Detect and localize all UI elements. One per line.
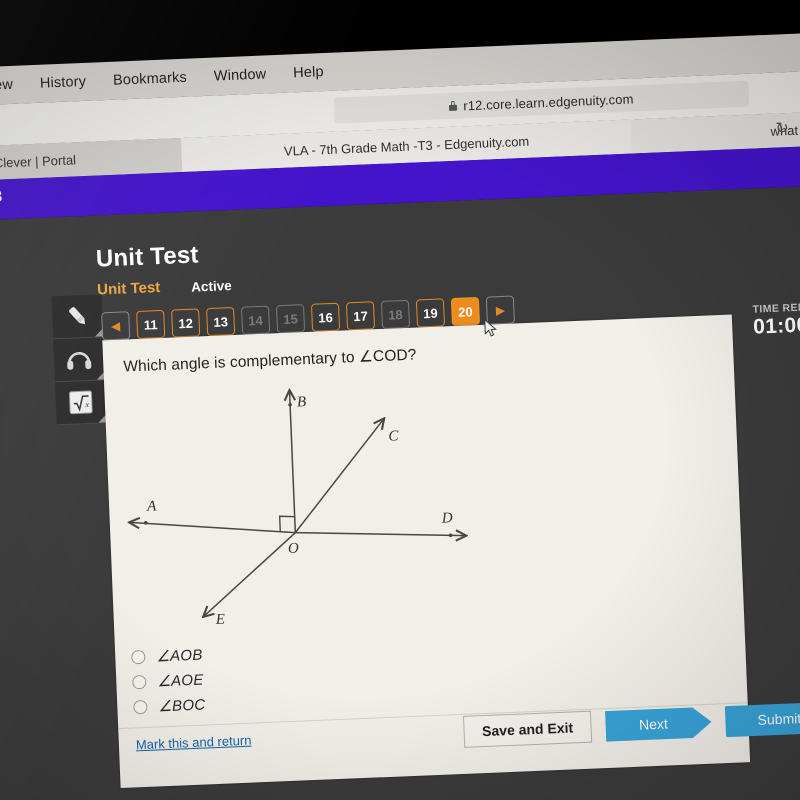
question-card: Which angle is complementary to ∠COD? B … bbox=[102, 314, 800, 789]
mark-this-and-return-link[interactable]: Mark this and return bbox=[136, 733, 252, 753]
option-label-aob: ∠AOB bbox=[155, 646, 203, 665]
svg-text:x: x bbox=[84, 400, 89, 409]
tool-rail: x bbox=[51, 294, 107, 426]
option-row-aoe[interactable]: ∠AOE bbox=[132, 667, 205, 695]
reload-icon[interactable]: ↻ bbox=[773, 120, 792, 139]
question-button-17[interactable]: 17 bbox=[345, 301, 376, 331]
question-button-13[interactable]: 13 bbox=[206, 306, 236, 337]
timer-value: 01:00:1 bbox=[752, 312, 800, 339]
label-A: A bbox=[146, 498, 158, 514]
radio-boc[interactable] bbox=[133, 699, 148, 714]
question-button-18: 18 bbox=[380, 299, 411, 329]
menu-item-window[interactable]: Window bbox=[214, 66, 267, 84]
audio-tool[interactable] bbox=[53, 337, 105, 383]
calculator-tool[interactable]: x bbox=[54, 380, 107, 426]
assessment-subtitle: Unit Test bbox=[96, 278, 161, 299]
submit-button[interactable]: Submit bbox=[724, 701, 800, 737]
status-badge: Active bbox=[190, 278, 232, 295]
geometry-figure: B C A D E O bbox=[114, 375, 484, 628]
question-button-19[interactable]: 19 bbox=[415, 298, 446, 328]
question-button-12[interactable]: 12 bbox=[171, 308, 201, 338]
timer: TIME REMAINING 01:00:1 bbox=[752, 299, 800, 339]
menu-item-bookmarks[interactable]: Bookmarks bbox=[113, 70, 187, 89]
address-bar-url: r12.core.learn.edgenuity.com bbox=[463, 90, 634, 113]
menu-item-view[interactable]: iew bbox=[0, 77, 13, 94]
highlighter-tool[interactable] bbox=[51, 294, 104, 340]
photo-of-monitor: iew History Bookmarks Window Help r12.co… bbox=[0, 0, 800, 800]
nav-badge: 3 bbox=[0, 188, 3, 206]
question-prompt: Which angle is complementary to ∠COD? bbox=[123, 346, 417, 376]
question-button-20[interactable]: 20 bbox=[450, 296, 480, 327]
label-B: B bbox=[297, 394, 307, 410]
headphones-icon bbox=[67, 352, 92, 370]
lock-icon bbox=[449, 101, 457, 111]
prev-question-button[interactable]: ◀ bbox=[101, 311, 131, 341]
mouse-cursor bbox=[484, 318, 497, 337]
label-C: C bbox=[388, 428, 400, 444]
menu-item-help[interactable]: Help bbox=[293, 64, 324, 81]
label-O: O bbox=[288, 541, 300, 557]
label-E: E bbox=[215, 612, 226, 628]
pencil-icon bbox=[69, 307, 86, 325]
save-and-exit-button[interactable]: Save and Exit bbox=[462, 710, 593, 748]
monitor-content: iew History Bookmarks Window Help r12.co… bbox=[0, 31, 800, 800]
next-button[interactable]: Next bbox=[605, 706, 712, 741]
question-button-15: 15 bbox=[275, 304, 306, 334]
question-button-14: 14 bbox=[241, 305, 271, 335]
option-row-aob[interactable]: ∠AOB bbox=[131, 642, 204, 670]
question-button-11[interactable]: 11 bbox=[136, 309, 166, 339]
answer-options: ∠AOB ∠AOE ∠BOC bbox=[131, 642, 206, 720]
option-row-boc[interactable]: ∠BOC bbox=[133, 691, 206, 719]
sqrt-icon: x bbox=[68, 390, 93, 415]
menu-item-history[interactable]: History bbox=[40, 74, 87, 92]
radio-aob[interactable] bbox=[131, 649, 146, 664]
question-button-16[interactable]: 16 bbox=[310, 302, 341, 332]
option-label-aoe: ∠AOE bbox=[156, 671, 204, 690]
label-D: D bbox=[441, 510, 454, 526]
page-title: Unit Test bbox=[95, 241, 200, 273]
radio-aoe[interactable] bbox=[132, 674, 147, 689]
option-label-boc: ∠BOC bbox=[157, 695, 206, 715]
